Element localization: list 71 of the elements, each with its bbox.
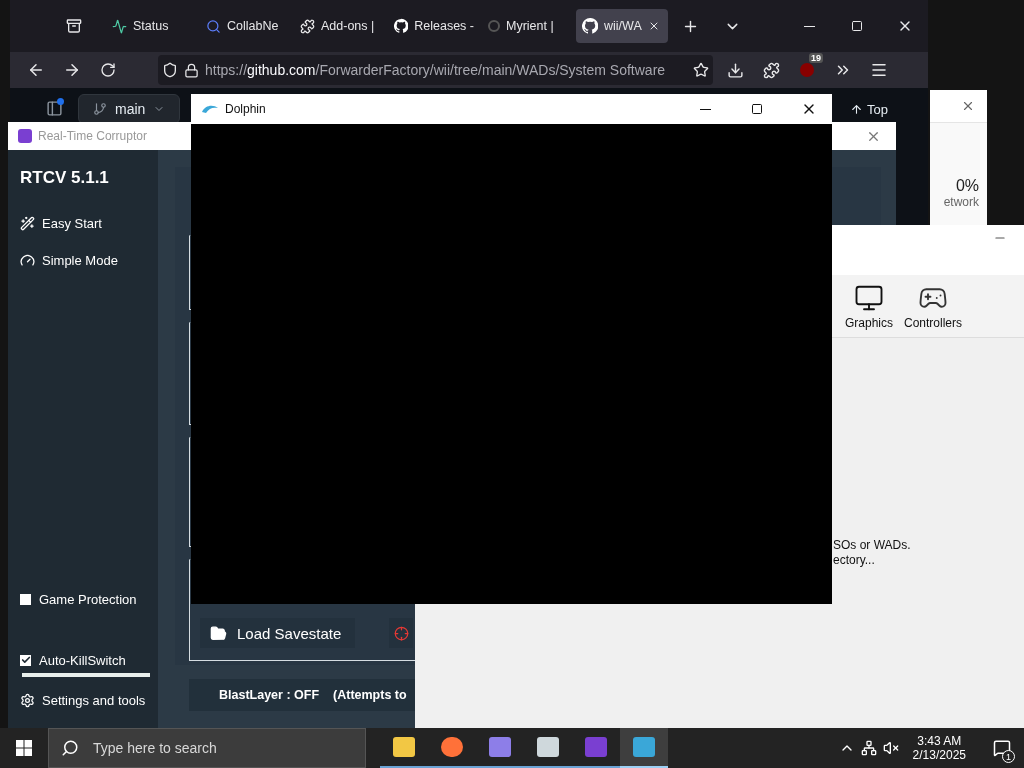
top-link[interactable]: Top	[850, 102, 888, 117]
blastlayer-status: BlastLayer : OFF	[219, 688, 320, 702]
tab-favicon-icon	[206, 18, 221, 34]
checkbox[interactable]	[20, 594, 31, 606]
maximize-icon	[851, 20, 863, 32]
forward-arrow-icon	[63, 61, 81, 79]
tab-favicon-icon	[488, 20, 500, 32]
windows-logo-icon	[16, 740, 32, 756]
nav-item[interactable]: Settings and tools	[20, 690, 158, 710]
notification-button[interactable]: 1	[980, 728, 1024, 768]
branch-select-button[interactable]: main	[78, 94, 181, 124]
blastlayer-note: (Attempts to	[333, 688, 407, 702]
browser-tab[interactable]: Status	[106, 9, 198, 43]
speaker-muted-icon[interactable]	[882, 740, 899, 756]
lock-icon	[184, 62, 199, 78]
notification-dot	[57, 98, 64, 105]
crosshair-button[interactable]	[389, 618, 414, 648]
app-version: RTCV 5.1.1	[20, 168, 110, 188]
minimize-icon	[699, 108, 711, 110]
archive-icon	[66, 18, 82, 34]
search-icon	[61, 739, 79, 757]
crosshair-icon	[393, 625, 409, 641]
branch-icon	[93, 102, 107, 116]
bookmark-star-icon[interactable]	[693, 62, 709, 78]
tab-favicon-icon	[300, 18, 315, 34]
notification-count: 1	[1002, 750, 1015, 763]
magic-wand-icon	[20, 216, 35, 232]
minimize-icon	[803, 25, 815, 27]
window-title: Real-Time Corruptor	[38, 129, 147, 143]
dolphin-logo-icon	[201, 104, 219, 114]
extension-button[interactable]: 19	[789, 53, 825, 87]
nav-item[interactable]: Easy Start	[20, 214, 158, 234]
maximize-icon	[751, 103, 763, 115]
taskbar-app-button[interactable]	[620, 728, 668, 768]
browser-tab[interactable]: Releases -	[388, 9, 480, 43]
menu-icon	[870, 61, 888, 79]
search-input[interactable]: Type here to search	[91, 739, 345, 757]
window-title: Dolphin	[225, 102, 266, 116]
up-arrow-icon	[850, 103, 864, 116]
github-icon	[582, 18, 598, 34]
network-label: etwork	[943, 195, 979, 209]
shield-icon	[162, 62, 178, 78]
toolbar-button[interactable]: Graphics	[839, 282, 899, 330]
check-icon	[20, 655, 31, 666]
checkbox-option[interactable]: Game Protection	[20, 590, 158, 610]
message-text: ectory...	[833, 553, 876, 568]
network-percent: 0%	[955, 177, 979, 195]
close-icon[interactable]	[961, 99, 975, 113]
address-bar[interactable]: https://github.com/ForwarderFactory/wii/tree/main/WADs/System Software	[158, 55, 713, 85]
browser-tab[interactable]: Add-ons |	[294, 9, 386, 43]
tab-favicon-icon	[112, 18, 127, 34]
download-icon	[726, 61, 744, 79]
checkbox-option[interactable]: Auto-KillSwitch	[20, 650, 158, 670]
checkbox[interactable]	[20, 654, 31, 666]
browser-tab[interactable]: wii/WA	[576, 9, 668, 43]
message-text: SOs or WADs.	[833, 538, 912, 553]
browser-tab[interactable]: Myrient |	[482, 9, 574, 43]
clock[interactable]: 3:43 AM 2/13/2025	[904, 734, 974, 762]
url-text: https://github.com/ForwarderFactory/wii/tree/main/WADs/System Software	[205, 62, 667, 78]
nav-item[interactable]: Simple Mode	[20, 251, 158, 271]
extension-badge: 19	[809, 53, 823, 63]
puzzle-icon	[762, 61, 780, 79]
browser-tab[interactable]: CollabNe	[200, 9, 292, 43]
settings-icon	[20, 692, 35, 708]
search-field[interactable]: Type here to search	[48, 728, 366, 768]
toolbar-button[interactable]: Controllers	[903, 282, 963, 330]
reload-icon	[100, 62, 116, 78]
load-savestate-button[interactable]: Load Savestate	[200, 618, 356, 648]
sidebar-icon	[45, 99, 63, 117]
network-icon[interactable]	[860, 740, 877, 756]
github-icon	[394, 18, 409, 34]
